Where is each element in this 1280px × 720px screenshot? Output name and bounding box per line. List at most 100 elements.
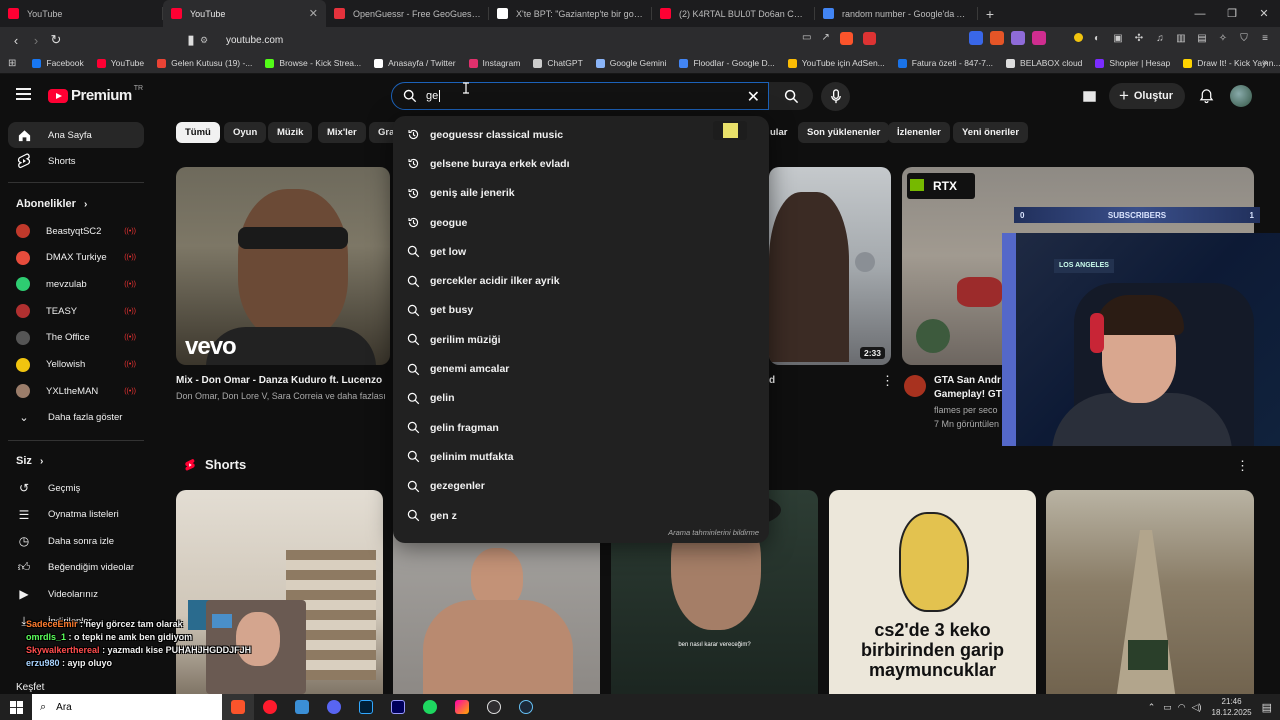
bookmark-item[interactable]: Fatura özeti - 847-7... [897, 58, 993, 68]
search-button[interactable] [769, 82, 813, 110]
search-suggestion[interactable]: get low [393, 237, 769, 266]
bookmark-item[interactable]: Gelen Kutusu (19) -... [157, 58, 252, 68]
shelf-more-icon[interactable]: ⋮ [1236, 458, 1249, 474]
bookmark-item[interactable]: BELABOX cloud [1006, 58, 1082, 68]
restore-icon[interactable]: ❐ [1216, 0, 1248, 27]
search-suggestion[interactable]: geniş aile jenerik [393, 179, 769, 208]
extension-icon[interactable] [1074, 33, 1083, 42]
tray-chevron-icon[interactable]: ⌃ [1148, 702, 1156, 713]
wifi-icon[interactable]: ◠ [1178, 702, 1186, 713]
bookmark-item[interactable]: Facebook [32, 58, 84, 68]
clear-search-icon[interactable]: ✕ [747, 87, 760, 107]
voice-search-button[interactable] [821, 82, 850, 111]
filter-chip[interactable]: Yeni öneriler [953, 122, 1029, 143]
search-suggestion[interactable]: gezegenler [393, 472, 769, 501]
video-title[interactable]: GTA San Andr [934, 375, 1001, 386]
more-bookmarks-icon[interactable]: » [1262, 57, 1268, 68]
short-thumbnail[interactable]: cs2'de 3 keko birbirinden garip maymuncu… [829, 490, 1036, 700]
search-input[interactable]: ge ✕ [391, 82, 769, 110]
extension-icon[interactable] [1011, 31, 1025, 45]
search-suggestion[interactable]: gelin [393, 384, 769, 413]
taskbar-spotify[interactable] [414, 694, 446, 720]
taskbar-brave[interactable] [222, 694, 254, 720]
volume-icon[interactable]: ◁) [1192, 702, 1202, 713]
notification-center-icon[interactable]: ▤ [1262, 701, 1272, 714]
video-title-line2[interactable]: Gameplay! GT [934, 389, 1002, 400]
video-title[interactable]: d [769, 375, 775, 386]
media-icon[interactable]: ♫ [1153, 31, 1167, 45]
leo-ai-icon[interactable]: ✧ [1216, 31, 1230, 45]
filter-chip[interactable]: Mix'ler [318, 122, 366, 143]
menu-icon[interactable]: ≡ [1258, 31, 1272, 45]
video-channel[interactable]: Don Omar, Don Lore V, Sara Correia ve da… [176, 391, 386, 401]
sidebar-item-subscription[interactable]: The Office ((•)) [8, 325, 144, 351]
video-title[interactable]: Mix - Don Omar - Danza Kuduro ft. Lucenz… [176, 375, 382, 386]
browser-tab[interactable]: YouTube ✕ [163, 0, 326, 27]
cast-icon[interactable]: ▭ [802, 32, 811, 45]
show-more-button[interactable]: ⌄ Daha fazla göster [8, 404, 144, 430]
report-predictions-link[interactable]: Arama tahminlerini bildirme [668, 528, 759, 537]
bookmark-item[interactable]: YouTube [96, 58, 144, 68]
taskbar-steam[interactable] [510, 694, 542, 720]
video-channel[interactable]: flames per seco [934, 405, 998, 415]
you-heading[interactable]: Siz › [16, 455, 43, 467]
filter-chip[interactable]: İzlenenler [888, 122, 950, 143]
sidebar-item-subscription[interactable]: DMAX Turkiye ((•)) [8, 245, 144, 271]
sidebar-item-home[interactable]: Ana Sayfa [8, 122, 144, 148]
network-icon[interactable]: ▭ [1163, 702, 1172, 713]
close-window-icon[interactable]: ✕ [1248, 0, 1280, 27]
extension-icon[interactable]: ◐ [1090, 31, 1104, 45]
bookmark-item[interactable]: Shopier | Hesap [1095, 58, 1170, 68]
bookmark-icon[interactable]: ▮ [181, 32, 201, 48]
url-field[interactable]: ⚙ youtube.com [200, 30, 890, 50]
close-tab-icon[interactable]: ✕ [309, 7, 318, 20]
bookmark-item[interactable]: Anasayfa / Twitter [374, 58, 456, 68]
browser-tab[interactable]: YouTube [0, 0, 163, 27]
brave-shield-icon[interactable] [839, 32, 853, 45]
notifications-bell-icon[interactable] [1199, 88, 1214, 104]
share-icon[interactable]: ↗ [821, 32, 829, 45]
sidebar-item-subscription[interactable]: BeastyqtSC2 ((•)) [8, 218, 144, 244]
search-suggestion[interactable]: gelinim mutfakta [393, 442, 769, 471]
extension-icon[interactable] [1032, 31, 1046, 45]
browser-tab[interactable]: random number - Google'da Ara [815, 0, 978, 27]
start-button[interactable] [0, 700, 32, 714]
subscriptions-heading[interactable]: Abonelikler › [16, 198, 87, 210]
browser-tab[interactable]: X'te BPT: "Gaziantep'te bir goril, sigar [489, 0, 652, 27]
taskbar-clock[interactable]: 21:46 18.12.2025 [1212, 696, 1252, 718]
bookmark-item[interactable]: Google Gemini [595, 58, 666, 68]
sidebar-item-history[interactable]: ↺ Geçmiş [8, 475, 144, 501]
extension-icon[interactable] [969, 31, 983, 45]
minimize-icon[interactable]: — [1184, 0, 1216, 27]
extension-icon[interactable] [990, 31, 1004, 45]
vpn-icon[interactable]: ⛉ [1237, 31, 1251, 45]
sidebar-item-shorts[interactable]: Shorts [8, 148, 144, 174]
search-suggestion[interactable]: genemi amcalar [393, 354, 769, 383]
sidebar-toggle-icon[interactable]: ▥ [1174, 31, 1188, 45]
youtube-logo[interactable]: Premium TR [48, 85, 143, 104]
extension-icon[interactable] [1053, 31, 1067, 45]
search-suggestion[interactable]: gelin fragman [393, 413, 769, 442]
sidebar-item-video[interactable]: ▶ Videolarınız [8, 581, 144, 607]
channel-avatar[interactable] [904, 375, 926, 397]
video-thumbnail[interactable]: 2:33 [769, 167, 891, 365]
browser-tab[interactable]: OpenGuessr - Free GeoGuessr Altern [326, 0, 489, 27]
taskbar-obs[interactable] [478, 694, 510, 720]
filter-chip[interactable]: Son yüklenenler [798, 122, 890, 143]
bookmark-item[interactable]: YouTube için AdSen... [787, 58, 885, 68]
more-actions-icon[interactable]: ⋮ [881, 373, 894, 389]
sidebar-item-subscription[interactable]: TEASY ((•)) [8, 298, 144, 324]
taskbar-premiere[interactable] [382, 694, 414, 720]
account-avatar[interactable] [1230, 85, 1252, 107]
reload-icon[interactable]: ↻ [46, 32, 66, 48]
sidebar-item-subscription[interactable]: Yellowish ((•)) [8, 352, 144, 378]
extensions-icon[interactable]: ✣ [1132, 31, 1146, 45]
taskbar-search[interactable]: ⌕ Ara [32, 694, 222, 720]
taskbar-app[interactable] [286, 694, 318, 720]
filter-chip[interactable]: Tümü [176, 122, 220, 143]
search-suggestion[interactable]: gelsene buraya erkek evladı [393, 149, 769, 178]
search-suggestion[interactable]: get busy [393, 296, 769, 325]
taskbar-opera[interactable] [254, 694, 286, 720]
filter-chip[interactable]: Oyun [224, 122, 267, 143]
new-tab-button[interactable]: + [978, 0, 1002, 27]
